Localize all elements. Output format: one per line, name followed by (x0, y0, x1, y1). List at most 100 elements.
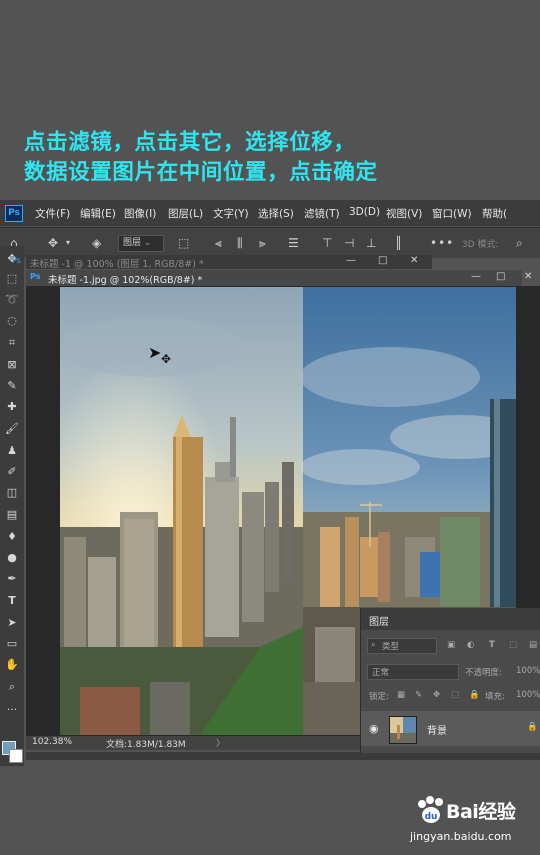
layer-row-background[interactable]: ◉ 背景 🔒 (361, 711, 540, 746)
baidu-jingyan-watermark: du Bai经验 jingyan.baidu.com (410, 794, 538, 850)
lock-position-icon[interactable]: ✥ (433, 690, 440, 700)
layer-name[interactable]: 背景 (427, 722, 447, 737)
paw-logo-icon: du (418, 796, 443, 823)
horizontal-scrollbar[interactable] (26, 752, 540, 760)
lock-label: 锁定: (369, 692, 389, 702)
filter-pixel-icon[interactable]: ▣ (447, 640, 455, 650)
watermark-url: jingyan.baidu.com (410, 830, 512, 843)
search-icon[interactable]: ⌕ (516, 236, 523, 251)
align-middle-icon[interactable]: ⊣ (344, 236, 354, 250)
path-select-tool-icon[interactable]: ➤ (3, 614, 21, 632)
blend-mode-dropdown[interactable]: 正常 (367, 664, 459, 680)
distribute-icon[interactable]: ☰ (288, 236, 299, 250)
eyedropper-tool-icon[interactable]: ✎ (3, 377, 21, 395)
lock-transparent-icon[interactable]: ▦ (397, 690, 405, 700)
menu-image[interactable]: 图像(I) (124, 206, 156, 221)
marquee-tool-icon[interactable]: ⬚ (3, 270, 21, 288)
options-bar: ⌂ ✥ ▾ ◈ 图层 ⌄ ⬚ ⫷ ⫼ ⫸ ☰ ⊤ ⊣ ⊥ ║ ••• 3D 模式… (0, 227, 540, 258)
history-brush-icon[interactable]: ✐ (3, 463, 21, 481)
chevron-down-icon: ⌄ (143, 238, 152, 248)
document-size: 文档:1.83M/1.83M (106, 740, 186, 750)
lock-icon: 🔒 (527, 722, 538, 732)
background-color-swatch[interactable] (9, 749, 23, 763)
document-tab-background[interactable]: 未标题 -1 @ 100% (图层 1, RGB/8#) * (30, 256, 204, 270)
menu-select[interactable]: 选择(S) (258, 206, 294, 221)
healing-brush-icon[interactable]: ✚ (3, 398, 21, 416)
zoom-level[interactable]: 102.38% (32, 737, 72, 747)
svg-text:du: du (425, 812, 438, 822)
fill-value[interactable]: 100% (516, 690, 540, 700)
type-tool-icon[interactable]: T (3, 592, 21, 610)
menu-file[interactable]: 文件(F) (35, 206, 70, 221)
distribute-vertical-icon[interactable]: ║ (395, 236, 402, 250)
blend-mode-value: 正常 (372, 668, 390, 678)
lock-all-icon[interactable]: 🔒 (469, 690, 480, 700)
menu-type[interactable]: 文字(Y) (213, 206, 249, 221)
minimize-icon[interactable]: — (346, 255, 356, 266)
align-right-icon[interactable]: ⫸ (259, 236, 266, 251)
maximize-icon[interactable]: □ (496, 271, 505, 282)
document-tab-bar-background: Ps 未标题 -1 @ 100% (图层 1, RGB/8#) * — □ ✕ (12, 255, 432, 270)
pen-tool-icon[interactable]: ✒ (3, 570, 21, 588)
auto-select-dropdown[interactable]: 图层 ⌄ (118, 235, 164, 252)
menu-filter[interactable]: 滤镜(T) (304, 206, 340, 221)
photoshop-logo-icon: Ps (5, 205, 23, 222)
blur-tool-icon[interactable]: ♦ (3, 528, 21, 546)
menu-window[interactable]: 窗口(W) (432, 206, 472, 221)
brush-tool-icon[interactable]: 🖌 (3, 420, 21, 438)
filter-type-icon[interactable]: T (489, 640, 495, 650)
menu-edit[interactable]: 编辑(E) (80, 206, 116, 221)
cursor-move-icon: ✥ (161, 352, 172, 366)
watermark-brand: Bai经验 (446, 801, 516, 823)
layers-panel: 图层 ⌕ 类型 ▣ ◐ T ⬚ ▤ 正常 不透明度: 100% 锁定: ▦ ✎ … (360, 608, 540, 753)
maximize-icon[interactable]: □ (378, 255, 387, 266)
auto-select-icon[interactable]: ◈ (92, 236, 101, 250)
minimize-icon[interactable]: — (471, 271, 481, 282)
layer-filter-value: 类型 (382, 642, 400, 652)
align-top-icon[interactable]: ⊤ (322, 236, 332, 250)
filter-smart-object-icon[interactable]: ▤ (529, 640, 537, 650)
document-tab-active[interactable]: 未标题 -1.jpg @ 102%(RGB/8#) * (48, 272, 202, 286)
lock-artboard-icon[interactable]: ⬚ (451, 690, 459, 700)
layers-tab[interactable]: 图层 (369, 613, 389, 628)
3d-mode-label: 3D 模式: (462, 240, 499, 250)
filter-shape-icon[interactable]: ⬚ (509, 640, 517, 650)
menu-help[interactable]: 帮助( (482, 206, 507, 221)
gradient-tool-icon[interactable]: ▤ (3, 506, 21, 524)
close-icon[interactable]: ✕ (410, 255, 418, 266)
opacity-value[interactable]: 100% (516, 666, 540, 676)
caption-line-2: 数据设置图片在中间位置，点击确定 (24, 160, 378, 185)
hand-tool-icon[interactable]: ✋ (3, 656, 21, 674)
edit-toolbar-icon[interactable]: ··· (3, 701, 21, 719)
layer-thumbnail-image (390, 717, 416, 743)
tools-panel: ✥ ⬚ ➰ ◌ ⌗ ⊠ ✎ ✚ 🖌 ♟ ✐ ◫ ▤ ♦ ● ✒ T ➤ ▭ ✋ … (0, 246, 24, 766)
align-left-icon[interactable]: ⫷ (215, 236, 222, 251)
filter-adjustment-icon[interactable]: ◐ (467, 640, 474, 650)
lock-image-icon[interactable]: ✎ (415, 690, 422, 700)
align-bottom-icon[interactable]: ⊥ (366, 236, 376, 250)
zoom-tool-icon[interactable]: ⌕ (3, 678, 21, 696)
align-center-icon[interactable]: ⫼ (237, 236, 243, 251)
more-options-icon[interactable]: ••• (430, 236, 454, 250)
rectangle-tool-icon[interactable]: ▭ (3, 635, 21, 653)
crop-tool-icon[interactable]: ⌗ (3, 334, 21, 352)
layer-filter-dropdown[interactable]: ⌕ 类型 (367, 638, 437, 654)
menu-view[interactable]: 视图(V) (386, 206, 422, 221)
fill-label: 填充: (485, 692, 505, 702)
menu-layer[interactable]: 图层(L) (168, 206, 203, 221)
dodge-tool-icon[interactable]: ● (3, 549, 21, 567)
opacity-label: 不透明度: (465, 668, 502, 678)
chevron-right-icon[interactable]: 〉 (216, 736, 225, 749)
frame-tool-icon[interactable]: ⊠ (3, 356, 21, 374)
stamp-tool-icon[interactable]: ♟ (3, 442, 21, 460)
quick-select-tool-icon[interactable]: ◌ (3, 312, 21, 330)
eye-visibility-icon[interactable]: ◉ (369, 722, 379, 735)
eraser-tool-icon[interactable]: ◫ (3, 484, 21, 502)
chevron-down-icon[interactable]: ▾ (66, 238, 70, 247)
menu-3d[interactable]: 3D(D) (349, 206, 380, 218)
lasso-tool-icon[interactable]: ➰ (3, 291, 21, 309)
close-icon[interactable]: ✕ (524, 271, 532, 282)
transform-controls-icon[interactable]: ⬚ (178, 236, 189, 250)
move-tool-icon[interactable]: ✥ (48, 236, 58, 250)
photoshop-doc-icon: Ps (12, 256, 21, 265)
